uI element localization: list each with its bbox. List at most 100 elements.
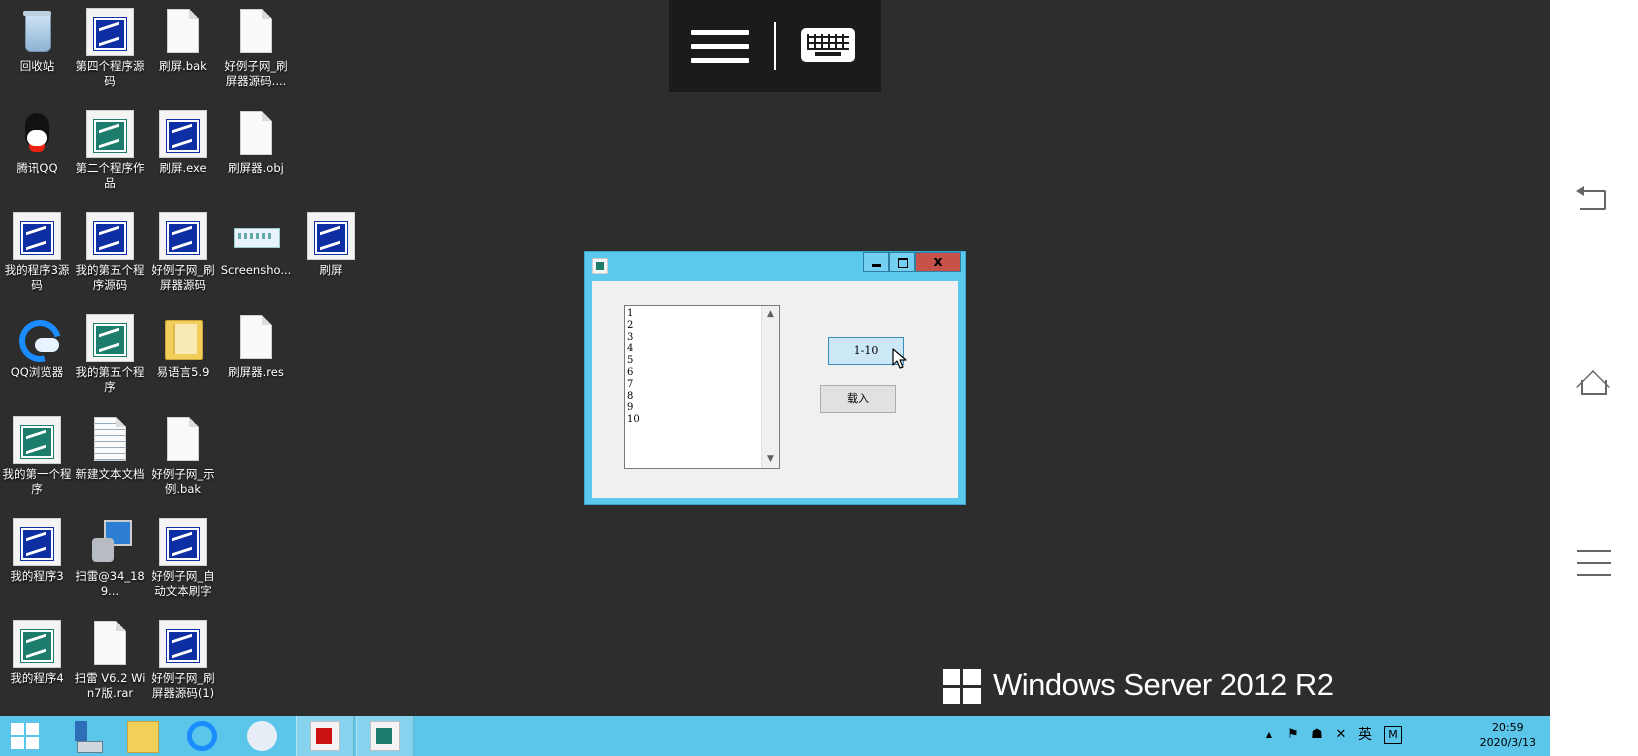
list-item[interactable]: 4 xyxy=(627,343,640,355)
desktop-icon-program3-source[interactable]: 我的程序3源码 xyxy=(0,212,74,293)
desktop-icon-shuaping-res[interactable]: 刷屏器.res xyxy=(219,314,293,380)
file-icon xyxy=(232,314,280,362)
list-item[interactable]: 10 xyxy=(627,414,640,426)
keyboard-icon[interactable] xyxy=(801,28,855,62)
epl-app-icon xyxy=(307,212,355,260)
taskbar-server-manager[interactable] xyxy=(58,716,114,756)
icon-label: 扫雷@34_189... xyxy=(75,569,145,598)
desktop-icon-haolizi-source-1[interactable]: 好例子网_刷屏器源码(1) xyxy=(146,620,220,701)
taskbar-running-app[interactable] xyxy=(356,716,414,756)
ime-mode-indicator[interactable]: M xyxy=(1384,726,1402,744)
epl-app-icon xyxy=(13,416,61,464)
close-button[interactable]: x xyxy=(915,252,961,272)
list-item[interactable]: 3 xyxy=(627,332,640,344)
desktop-icon-haolizi-source-truncated[interactable]: 好例子网_刷屏器源码.... xyxy=(219,8,293,89)
icon-label: Screensho... xyxy=(220,263,292,277)
list-item[interactable]: 5 xyxy=(627,355,640,367)
icon-label: 我的程序4 xyxy=(10,671,64,685)
desktop-icon-qq-browser[interactable]: QQ浏览器 xyxy=(0,314,74,380)
desktop[interactable]: 回收站 腾讯QQ 我的程序3源码 QQ浏览器 我的第一个程序 我的程序3 我的程… xyxy=(0,0,1550,716)
screenshot-image-icon xyxy=(232,212,280,260)
desktop-icon-fifth-program[interactable]: 我的第五个程序 xyxy=(73,314,147,395)
number-listbox[interactable]: 1 2 3 4 5 6 7 8 9 10 ▲ ▼ xyxy=(624,305,780,469)
desktop-icon-shuaping-bak[interactable]: 刷屏.bak xyxy=(146,8,220,74)
epl-app-icon xyxy=(159,212,207,260)
icon-label: 新建文本文档 xyxy=(75,467,145,481)
desktop-icon-recycle-bin[interactable]: 回收站 xyxy=(0,8,74,74)
icon-label: QQ浏览器 xyxy=(10,365,64,379)
taskbar-qq-browser[interactable] xyxy=(174,716,230,756)
desktop-icon-shuaping-exe[interactable]: 刷屏.exe xyxy=(146,110,220,176)
taskbar-file-explorer[interactable] xyxy=(114,716,170,756)
text-document-icon xyxy=(86,416,134,464)
windows-logo-icon xyxy=(943,669,981,705)
start-button[interactable] xyxy=(0,716,50,756)
desktop-icon-minesweeper[interactable]: 扫雷@34_189... xyxy=(73,518,147,599)
show-hidden-icons-arrow-icon[interactable]: ▲ xyxy=(1260,726,1278,744)
desktop-icon-program3[interactable]: 我的程序3 xyxy=(0,518,74,584)
desktop-icon-minesweeper-rar[interactable]: 扫雷 V6.2 Win7版.rar xyxy=(73,620,147,701)
scroll-down-arrow-icon[interactable]: ▼ xyxy=(762,451,779,468)
file-icon xyxy=(86,620,134,668)
folder-icon xyxy=(159,314,207,362)
back-icon[interactable] xyxy=(1572,180,1616,220)
load-button[interactable]: 载入 xyxy=(820,385,896,413)
desktop-icon-new-text-doc[interactable]: 新建文本文档 xyxy=(73,416,147,482)
desktop-icon-fourth-program-source[interactable]: 第四个程序源码 xyxy=(73,8,147,89)
list-item[interactable]: 7 xyxy=(627,379,640,391)
list-item[interactable]: 9 xyxy=(627,402,640,414)
list-item[interactable]: 2 xyxy=(627,320,640,332)
app-window: x 1 2 3 4 5 6 7 8 9 10 ▲ ▼ 1-10 载入 xyxy=(584,251,966,505)
epl-app-icon xyxy=(370,721,400,751)
branding-text: Windows Server 2012 R2 xyxy=(993,667,1334,702)
file-icon xyxy=(232,110,280,158)
desktop-icon-haolizi-example-bak[interactable]: 好例子网_示例.bak xyxy=(146,416,220,497)
action-center-flag-icon[interactable]: ⚑ xyxy=(1284,726,1302,744)
desktop-icon-first-program[interactable]: 我的第一个程序 xyxy=(0,416,74,497)
list-item[interactable]: 6 xyxy=(627,367,640,379)
taskbar-clock[interactable]: 20:59 2020/3/13 xyxy=(1480,720,1536,750)
epl-app-icon xyxy=(86,110,134,158)
title-bar[interactable]: x xyxy=(585,252,965,280)
desktop-icon-second-program[interactable]: 第二个程序作品 xyxy=(73,110,147,191)
icon-label: 我的程序3 xyxy=(10,569,64,583)
desktop-icon-haolizi-source[interactable]: 好例子网_刷屏器源码 xyxy=(146,212,220,293)
qq-browser-icon xyxy=(13,314,61,362)
desktop-icon-screenshot[interactable]: Screensho... xyxy=(219,212,293,278)
epl-app-icon xyxy=(86,8,134,56)
list-item[interactable]: 8 xyxy=(627,391,640,403)
ime-language-indicator[interactable]: 英 xyxy=(1356,726,1374,744)
epl-app-icon xyxy=(13,620,61,668)
desktop-icon-shuaping[interactable]: 刷屏 xyxy=(294,212,368,278)
file-icon xyxy=(232,8,280,56)
epl-app-icon xyxy=(159,518,207,566)
icon-label: 好例子网_刷屏器源码(1) xyxy=(151,671,215,700)
scroll-up-arrow-icon[interactable]: ▲ xyxy=(762,306,779,323)
app-window-icon xyxy=(592,258,608,274)
network-icon[interactable]: ☗ xyxy=(1308,726,1326,744)
desktop-icon-qq[interactable]: 腾讯QQ xyxy=(0,110,74,176)
home-icon[interactable] xyxy=(1572,362,1616,402)
list-item[interactable]: 1 xyxy=(627,308,640,320)
taskbar-epl-ide[interactable] xyxy=(296,716,354,756)
toolbar-divider xyxy=(774,22,776,70)
desktop-icon-fifth-program-source[interactable]: 我的第五个程序源码 xyxy=(73,212,147,293)
desktop-icon-haolizi-auto-text[interactable]: 好例子网_自动文本刷字 xyxy=(146,518,220,599)
minimize-button[interactable] xyxy=(863,252,889,272)
volume-muted-icon[interactable]: ✕ xyxy=(1332,726,1350,744)
desktop-icon-program4[interactable]: 我的程序4 xyxy=(0,620,74,686)
app-icon xyxy=(247,721,277,751)
icon-label: 第四个程序源码 xyxy=(75,59,145,88)
maximize-button[interactable] xyxy=(889,252,915,272)
desktop-icon-shuaping-obj[interactable]: 刷屏器.obj xyxy=(219,110,293,176)
menu-icon[interactable] xyxy=(1572,550,1616,590)
file-icon xyxy=(159,8,207,56)
desktop-icon-eyuyan[interactable]: 易语言5.9 xyxy=(146,314,220,380)
hamburger-menu-icon[interactable] xyxy=(691,30,749,64)
taskbar-app-unknown[interactable] xyxy=(234,716,290,756)
file-icon xyxy=(159,416,207,464)
clock-time: 20:59 xyxy=(1491,721,1524,734)
epl-app-icon xyxy=(86,212,134,260)
system-tray: ▲ ⚑ ☗ ✕ 英 M 20:59 2020/3/13 xyxy=(1250,716,1550,756)
listbox-scrollbar[interactable]: ▲ ▼ xyxy=(761,306,779,468)
